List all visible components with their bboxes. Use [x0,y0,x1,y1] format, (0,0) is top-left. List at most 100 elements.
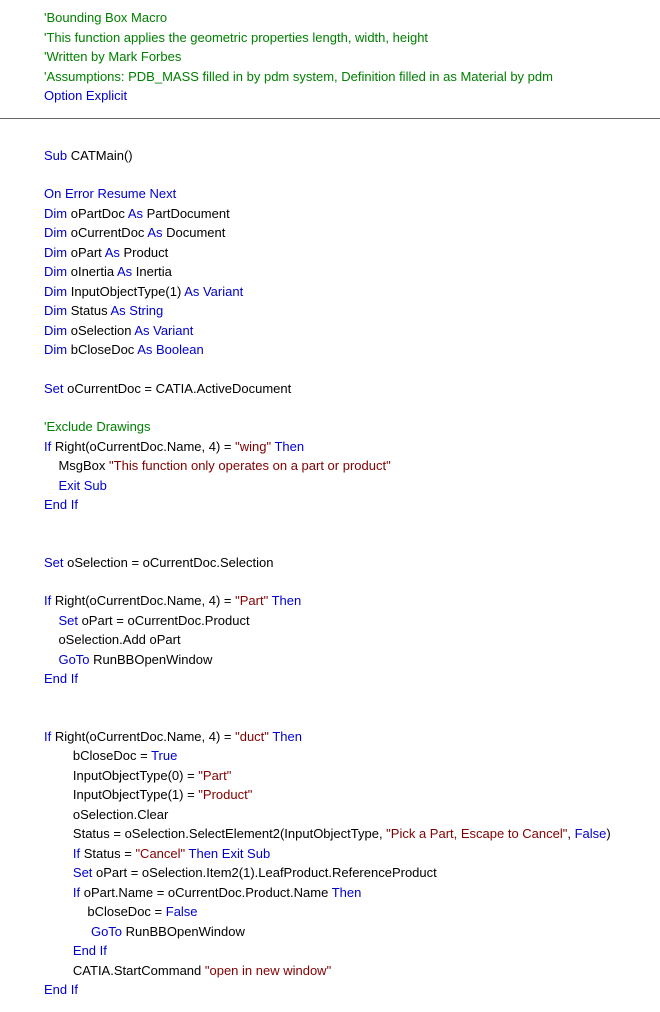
code-token: Right(oCurrentDoc.Name, 4) = [51,439,235,454]
code-token: "Product" [198,787,252,802]
code-viewer: 'Bounding Box Macro'This function applie… [0,0,660,1012]
code-token: Dim [44,225,67,240]
code-token: Dim [44,284,67,299]
code-token: CATMain() [67,148,132,163]
code-token [44,478,58,493]
code-line: InputObjectType(0) = "Part" [44,766,660,786]
code-token: "Cancel" [135,846,185,861]
code-line: 'Exclude Drawings [44,417,660,437]
code-token: False [166,904,198,919]
code-token: oCurrentDoc [67,225,147,240]
code-token: Then Exit Sub [189,846,271,861]
code-token [44,613,58,628]
code-line: Exit Sub [44,476,660,496]
code-line: 'Written by Mark Forbes [44,47,660,67]
code-line [44,165,660,184]
code-token: InputObjectType(0) = [73,768,198,783]
code-line: If Status = "Cancel" Then Exit Sub [44,844,660,864]
code-token [44,748,73,763]
code-token: Set [44,381,64,396]
code-token: Set [44,555,64,570]
code-token: oPart = oSelection.Item2(1).LeafProduct.… [92,865,436,880]
code-line [44,360,660,379]
code-token: 'Exclude Drawings [44,419,151,434]
code-token: End If [44,982,78,997]
code-token: Then [332,885,362,900]
code-token [44,787,73,802]
code-token: GoTo [91,924,122,939]
code-token: 'Written by Mark Forbes [44,49,181,64]
code-line: Dim oPartDoc As PartDocument [44,204,660,224]
code-token: Dim [44,342,67,357]
code-token: Product [120,245,168,260]
code-line: Dim oInertia As Inertia [44,262,660,282]
code-token: As Boolean [137,342,204,357]
code-line: End If [44,669,660,689]
code-token: "Pick a Part, Escape to Cancel" [386,826,567,841]
code-token: End If [73,943,107,958]
code-line: Set oPart = oSelection.Item2(1).LeafProd… [44,863,660,883]
code-line: Dim oSelection As Variant [44,321,660,341]
code-token: RunBBOpenWindow [90,652,213,667]
code-token [44,943,73,958]
code-token: oPart.Name = oCurrentDoc.Product.Name [80,885,332,900]
code-token: As String [110,303,163,318]
code-token [44,865,73,880]
code-line: GoTo RunBBOpenWindow [44,650,660,670]
code-token [44,826,73,841]
code-token: oPart = oCurrentDoc.Product [78,613,250,628]
code-line: Set oCurrentDoc = CATIA.ActiveDocument [44,379,660,399]
code-line: End If [44,941,660,961]
code-line: If Right(oCurrentDoc.Name, 4) = "wing" T… [44,437,660,457]
code-line: MsgBox "This function only operates on a… [44,456,660,476]
code-token: bCloseDoc [67,342,137,357]
code-token [44,458,58,473]
code-line: 'This function applies the geometric pro… [44,28,660,48]
code-token: Sub [44,148,67,163]
code-line: Dim oCurrentDoc As Document [44,223,660,243]
code-line: Option Explicit [44,86,660,106]
code-token: As Variant [134,323,193,338]
code-line: oSelection.Clear [44,805,660,825]
code-line: Dim oPart As Product [44,243,660,263]
code-token: Then [272,729,302,744]
code-token: As Variant [184,284,243,299]
code-line: 'Assumptions: PDB_MASS filled in by pdm … [44,67,660,87]
code-token: On Error Resume Next [44,186,176,201]
code-token: InputObjectType(1) = [73,787,198,802]
code-token: Then [274,439,304,454]
code-token: oSelection.Add oPart [58,632,180,647]
code-token: Right(oCurrentDoc.Name, 4) = [51,593,235,608]
code-token: Dim [44,206,67,221]
code-line: CATIA.StartCommand "open in new window" [44,961,660,981]
code-token: Option Explicit [44,88,127,103]
code-line: Dim Status As String [44,301,660,321]
code-token [44,632,58,647]
code-token [44,885,73,900]
code-token: As [117,264,132,279]
code-token: As [128,206,143,221]
code-token: Inertia [132,264,172,279]
code-token: oPartDoc [67,206,128,221]
code-line [44,127,660,146]
code-token: Status = oSelection.SelectElement2(Input… [73,826,386,841]
code-line: Dim InputObjectType(1) As Variant [44,282,660,302]
code-token: MsgBox [58,458,109,473]
code-token: Exit Sub [58,478,106,493]
code-token: Set [58,613,78,628]
code-token: bCloseDoc = [73,748,151,763]
code-token: oSelection [67,323,134,338]
code-token: True [151,748,177,763]
code-token: PartDocument [143,206,230,221]
code-token: "This function only operates on a part o… [109,458,391,473]
code-line: On Error Resume Next [44,184,660,204]
code-token [44,963,73,978]
code-token: Dim [44,323,67,338]
code-line [44,572,660,591]
code-token: oPart [67,245,105,260]
code-token: 'Assumptions: PDB_MASS filled in by pdm … [44,69,553,84]
code-token: As [105,245,120,260]
code-token: bCloseDoc = [87,904,165,919]
code-block: 'Bounding Box Macro'This function applie… [0,0,660,118]
code-token: As [147,225,162,240]
